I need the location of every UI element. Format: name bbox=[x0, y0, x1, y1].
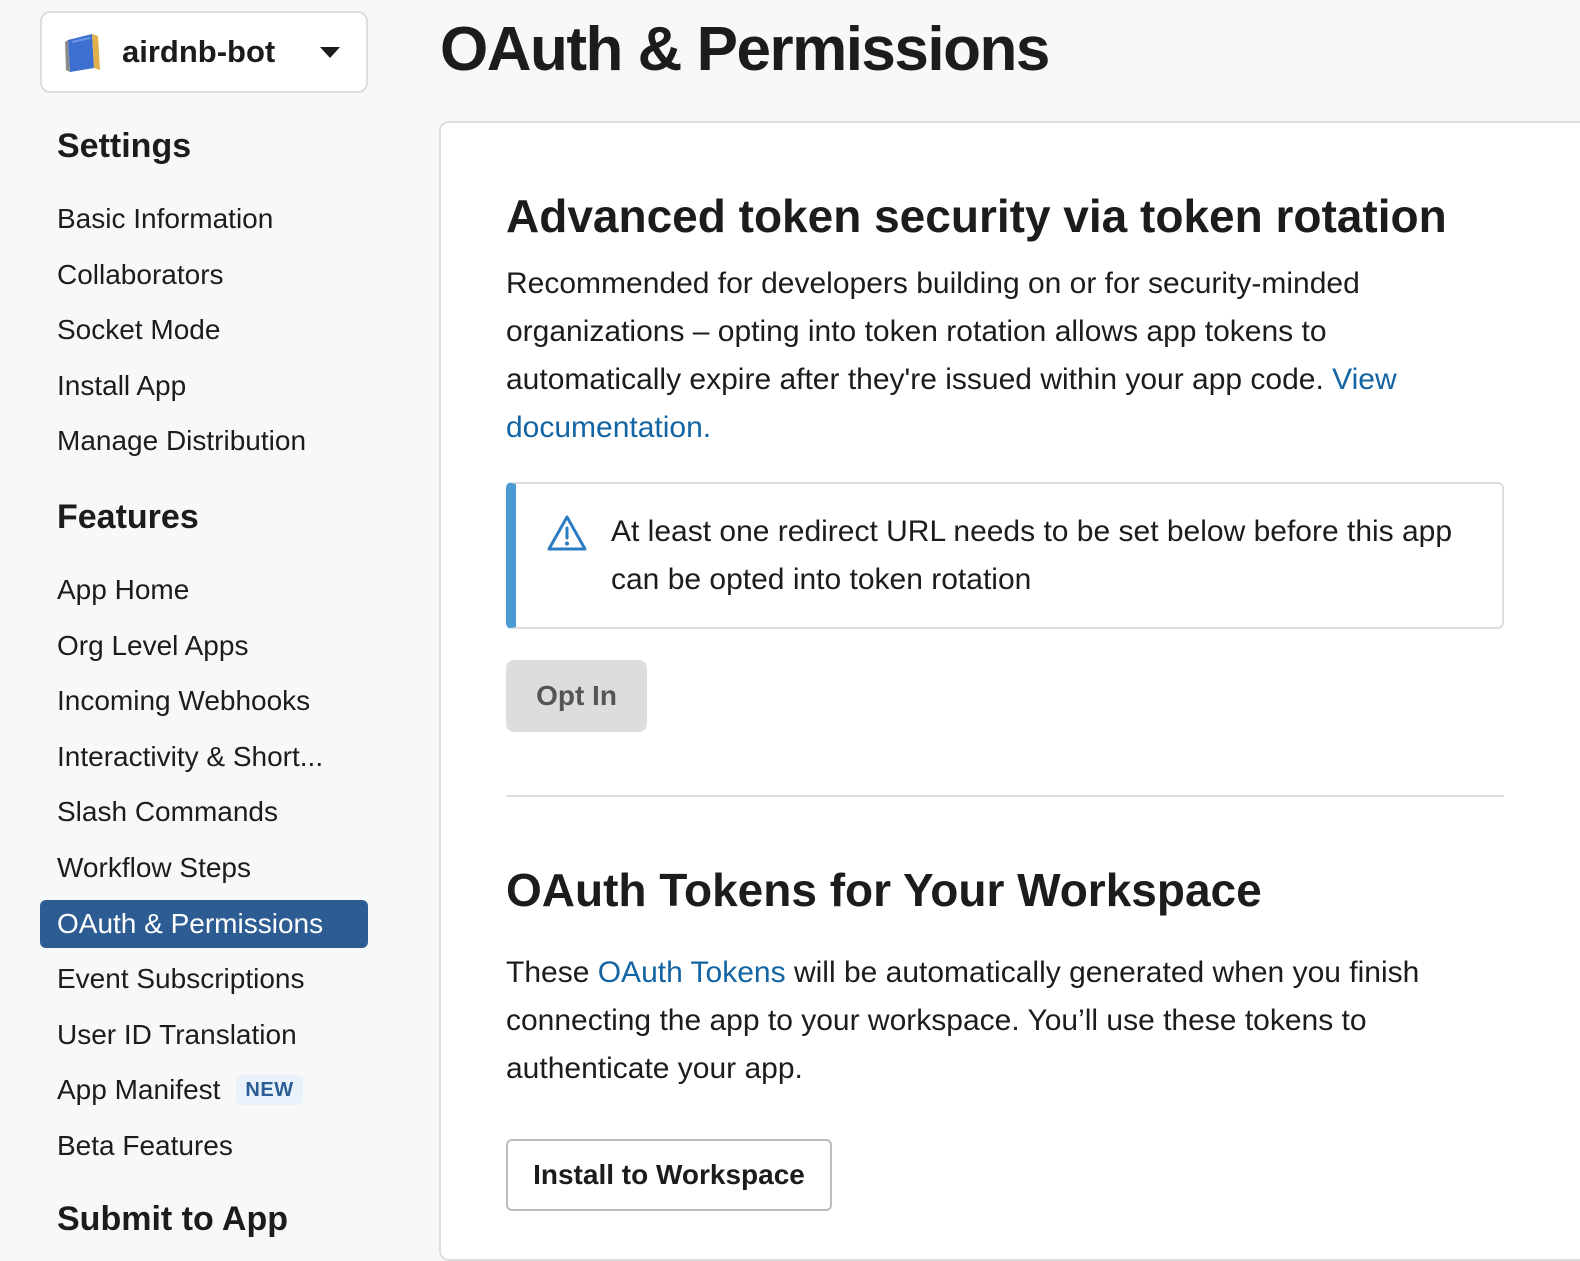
oauth-tokens-heading: OAuth Tokens for Your Workspace bbox=[506, 864, 1262, 916]
token-rotation-text: Recommended for developers building on o… bbox=[506, 267, 1360, 396]
redirect-url-callout: At least one redirect URL needs to be se… bbox=[506, 482, 1504, 629]
app-switcher[interactable]: airdnb-bot bbox=[40, 11, 368, 93]
divider bbox=[506, 795, 1504, 797]
page-title: OAuth & Permissions bbox=[440, 15, 1050, 84]
callout-text: At least one redirect URL needs to be se… bbox=[611, 515, 1453, 596]
sidebar-item-interactivity-shortcuts[interactable]: Interactivity & Short... bbox=[40, 733, 368, 781]
book-icon bbox=[65, 34, 100, 72]
install-to-workspace-button[interactable]: Install to Workspace bbox=[506, 1139, 832, 1211]
sidebar-item-label: App Manifest bbox=[57, 1074, 221, 1106]
sidebar-item-manage-distribution[interactable]: Manage Distribution bbox=[40, 417, 368, 465]
oauth-tokens-text-before: These bbox=[506, 956, 598, 989]
oauth-tokens-description: These OAuth Tokens will be automatically… bbox=[506, 949, 1486, 1093]
app-name: airdnb-bot bbox=[122, 34, 276, 69]
sidebar-item-beta-features[interactable]: Beta Features bbox=[40, 1122, 368, 1170]
sidebar-item-user-id-translation[interactable]: User ID Translation bbox=[40, 1011, 368, 1059]
sidebar-item-app-manifest[interactable]: App Manifest NEW bbox=[40, 1066, 368, 1114]
sidebar-item-incoming-webhooks[interactable]: Incoming Webhooks bbox=[40, 677, 368, 725]
sidebar-item-event-subscriptions[interactable]: Event Subscriptions bbox=[40, 955, 368, 1003]
sidebar-item-install-app[interactable]: Install App bbox=[40, 362, 368, 410]
sidebar-item-oauth-permissions[interactable]: OAuth & Permissions bbox=[40, 899, 368, 948]
features-section-title: Features bbox=[57, 498, 199, 536]
settings-section-title: Settings bbox=[57, 127, 192, 165]
sidebar-item-socket-mode[interactable]: Socket Mode bbox=[40, 306, 368, 354]
token-rotation-heading: Advanced token security via token rotati… bbox=[506, 190, 1447, 242]
sidebar: airdnb-bot Settings Basic Information Co… bbox=[0, 0, 400, 1238]
submit-section-title: Submit to App bbox=[57, 1200, 289, 1238]
new-badge: NEW bbox=[236, 1075, 303, 1106]
settings-nav: Basic Information Collaborators Socket M… bbox=[40, 195, 368, 473]
sidebar-item-collaborators[interactable]: Collaborators bbox=[40, 251, 368, 299]
token-rotation-description: Recommended for developers building on o… bbox=[506, 260, 1486, 452]
sidebar-item-workflow-steps[interactable]: Workflow Steps bbox=[40, 844, 368, 892]
sidebar-item-org-level-apps[interactable]: Org Level Apps bbox=[40, 622, 368, 670]
content-card: Advanced token security via token rotati… bbox=[439, 121, 1580, 1261]
sidebar-item-basic-information[interactable]: Basic Information bbox=[40, 195, 368, 243]
oauth-tokens-link[interactable]: OAuth Tokens bbox=[598, 956, 786, 989]
features-nav: App Home Org Level Apps Incoming Webhook… bbox=[40, 566, 368, 1178]
warning-icon bbox=[547, 515, 587, 551]
sidebar-item-slash-commands[interactable]: Slash Commands bbox=[40, 788, 368, 836]
sidebar-item-app-home[interactable]: App Home bbox=[40, 566, 368, 614]
opt-in-button[interactable]: Opt In bbox=[506, 660, 647, 732]
chevron-down-icon bbox=[320, 46, 340, 58]
